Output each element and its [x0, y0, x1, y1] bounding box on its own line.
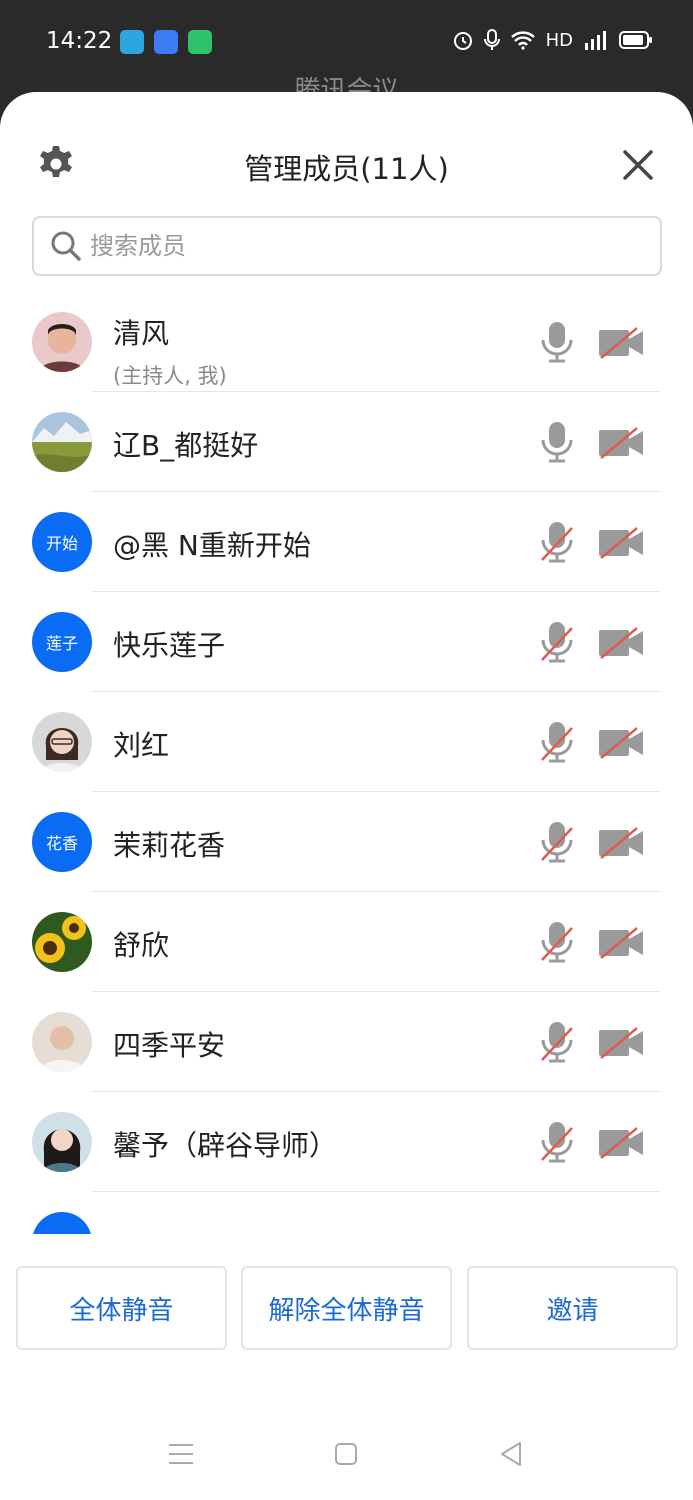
- member-row[interactable]: 刘红: [0, 692, 693, 792]
- microphone-muted-icon[interactable]: [540, 520, 574, 564]
- camera-off-icon[interactable]: [597, 426, 645, 460]
- camera-off-icon[interactable]: [597, 1126, 645, 1160]
- microphone-muted-icon[interactable]: [540, 820, 574, 864]
- invite-button[interactable]: 邀请: [467, 1266, 678, 1350]
- avatar: [32, 412, 92, 472]
- microphone-muted-icon[interactable]: [540, 1020, 574, 1064]
- member-search[interactable]: [32, 216, 662, 276]
- mic-status-icon: [483, 29, 500, 50]
- member-name: 茉莉花香: [113, 829, 226, 862]
- camera-off-icon[interactable]: [597, 626, 645, 660]
- network-type: HD: [545, 29, 573, 51]
- avatar: [32, 712, 92, 772]
- microphone-muted-icon[interactable]: [540, 720, 574, 764]
- microphone-on-icon[interactable]: [540, 320, 574, 364]
- member-row[interactable]: 馨予（辟谷导师）: [0, 1092, 693, 1192]
- avatar: [32, 312, 92, 372]
- camera-off-icon[interactable]: [597, 526, 645, 560]
- avatar: 花香: [32, 812, 92, 872]
- member-row[interactable]: [0, 1192, 693, 1234]
- microphone-on-icon[interactable]: [540, 420, 574, 464]
- mute-all-button[interactable]: 全体静音: [16, 1266, 227, 1350]
- search-input[interactable]: [90, 232, 630, 260]
- camera-off-icon[interactable]: [597, 926, 645, 960]
- battery-icon: [619, 31, 652, 49]
- member-name: 刘红: [113, 729, 170, 762]
- status-bar: 14:22 HD 腾讯会议: [0, 0, 693, 106]
- telegram-icon: [120, 30, 144, 54]
- camera-off-icon[interactable]: [597, 726, 645, 760]
- close-icon[interactable]: [621, 148, 655, 182]
- member-name: 舒欣: [113, 929, 170, 962]
- member-name: 辽B_都挺好: [113, 429, 259, 462]
- system-nav-bar: [0, 1430, 693, 1480]
- home-icon[interactable]: [334, 1442, 358, 1466]
- member-row[interactable]: 辽B_都挺好: [0, 392, 693, 492]
- member-name: 清风: [113, 317, 170, 350]
- status-time: 14:22: [46, 28, 113, 54]
- app-icon: [154, 30, 178, 54]
- member-list[interactable]: 清风 (主持人, 我) 辽B_都挺好 开始 @黑 N重新开始 莲子 快乐莲子 刘…: [0, 292, 693, 1234]
- microphone-muted-icon[interactable]: [540, 1120, 574, 1164]
- manage-members-sheet: 管理成员(11人) 清风 (主持人, 我) 辽B_都挺好: [0, 92, 693, 1500]
- avatar: [32, 912, 92, 972]
- member-row[interactable]: 开始 @黑 N重新开始: [0, 492, 693, 592]
- avatar: [32, 1212, 92, 1234]
- menu-icon[interactable]: [168, 1442, 194, 1466]
- camera-off-icon[interactable]: [597, 326, 645, 360]
- camera-off-icon[interactable]: [597, 826, 645, 860]
- search-icon: [51, 231, 81, 261]
- panel-title: 管理成员(11人): [244, 152, 449, 186]
- app-icon: [188, 30, 212, 54]
- camera-off-icon[interactable]: [597, 1026, 645, 1060]
- action-bar: 全体静音 解除全体静音 邀请: [0, 1234, 693, 1500]
- status-icons: HD: [452, 28, 653, 52]
- avatar: [32, 1112, 92, 1172]
- member-row[interactable]: 花香 茉莉花香: [0, 792, 693, 892]
- alarm-icon: [453, 32, 472, 50]
- member-role: (主持人, 我): [113, 364, 227, 388]
- back-icon[interactable]: [498, 1440, 524, 1468]
- wifi-icon: [510, 31, 535, 50]
- member-name: 快乐莲子: [113, 629, 226, 662]
- member-row[interactable]: 舒欣: [0, 892, 693, 992]
- unmute-all-button[interactable]: 解除全体静音: [241, 1266, 452, 1350]
- cell-signal-icon: [585, 31, 606, 50]
- member-name: @黑 N重新开始: [113, 529, 311, 562]
- member-name: 四季平安: [113, 1029, 226, 1062]
- member-row[interactable]: 清风 (主持人, 我): [0, 292, 693, 392]
- avatar: 莲子: [32, 612, 92, 672]
- microphone-muted-icon[interactable]: [540, 620, 574, 664]
- member-name: 馨予（辟谷导师）: [113, 1129, 338, 1162]
- avatar: 开始: [32, 512, 92, 572]
- microphone-muted-icon[interactable]: [540, 920, 574, 964]
- avatar: [32, 1012, 92, 1072]
- member-row[interactable]: 四季平安: [0, 992, 693, 1092]
- member-row[interactable]: 莲子 快乐莲子: [0, 592, 693, 692]
